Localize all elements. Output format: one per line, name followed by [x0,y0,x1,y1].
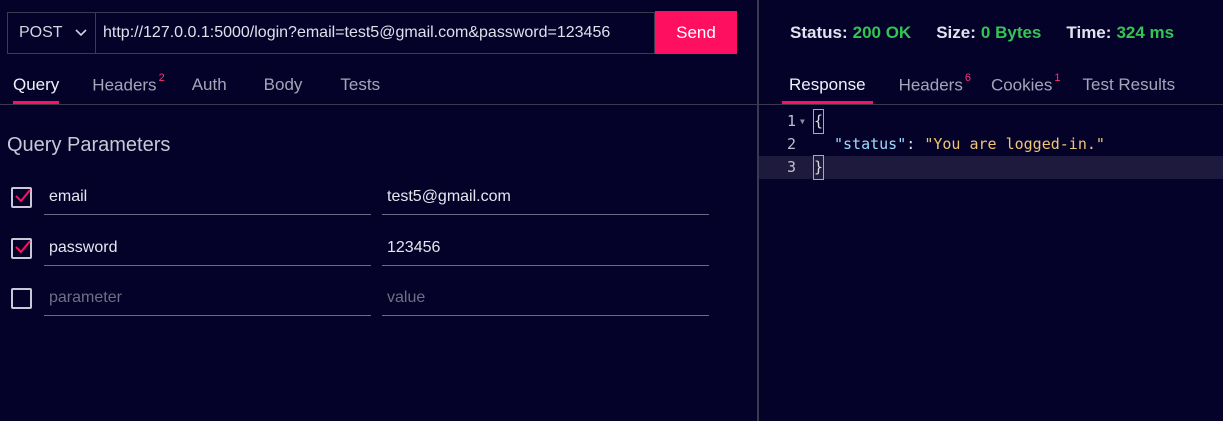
tab-label: Body [263,75,303,94]
tab-label: Test Results [1082,75,1176,94]
param-value-field[interactable]: test5@gmail.com [382,178,709,215]
url-value: http://127.0.0.1:5000/login?email=test5@… [103,24,611,41]
status-stat: Status: 200 OK [790,23,911,43]
code-line-active: 3 } [759,155,1223,180]
size-stat: Size: 0 Bytes [936,23,1041,43]
time-value: 324 ms [1116,23,1175,42]
param-value-field[interactable]: 123456 [382,229,709,266]
url-input[interactable]: http://127.0.0.1:5000/login?email=test5@… [95,12,655,54]
response-pane: Status: 200 OK Size: 0 Bytes Time: 324 ms R… [759,0,1223,421]
cookies-count-badge: 1 [1054,72,1061,84]
headers-count-badge: 2 [158,72,165,84]
method-value: POST [19,24,63,41]
fold-arrow-icon[interactable]: ▼ [800,110,805,133]
tab-auth[interactable]: Auth [192,66,227,104]
response-tabs: Response Headers 6 Cookies 1 Test Results [759,66,1175,104]
request-pane: POST http://127.0.0.1:5000/login?email=t… [0,0,757,421]
tab-headers[interactable]: Headers 2 [92,66,164,104]
response-body-editor[interactable]: 1 ▼ { 2 "status": "You are logged-in." 3… [759,109,1223,180]
check-icon [15,240,31,254]
param-checkbox[interactable] [11,238,32,259]
status-label: Status: [790,23,848,42]
tabs-divider [759,104,1223,105]
param-checkbox[interactable] [11,288,32,309]
headers-count-badge: 6 [964,72,971,84]
param-name-field[interactable]: password [44,229,371,266]
time-stat: Time: 324 ms [1066,23,1174,43]
json-separator: : [906,135,925,153]
tab-label: Headers [898,75,963,95]
tab-cookies[interactable]: Cookies 1 [991,66,1061,104]
tab-response[interactable]: Response [782,66,873,104]
line-number: 3 [786,158,796,176]
code-line: 2 "status": "You are logged-in." [759,133,1223,156]
request-tabs: Query Headers 2 Auth Body Tests [0,66,380,104]
tab-test-results[interactable]: Test Results [1083,66,1176,104]
tab-label: Query [13,75,60,94]
size-label: Size: [936,23,976,42]
method-select[interactable]: POST [7,12,95,54]
send-button[interactable]: Send [655,11,737,54]
json-entry: "status": "You are logged-in." [834,133,1105,156]
size-value: 0 Bytes [980,23,1042,42]
param-row: email test5@gmail.com [0,178,757,218]
json-key: "status" [834,135,907,153]
check-icon [15,189,31,203]
tab-label: Auth [191,75,227,94]
chevron-down-icon [75,29,87,37]
tabs-divider [0,104,757,105]
tab-label: Headers [92,75,157,95]
tab-query[interactable]: Query [13,66,60,104]
tab-response-headers[interactable]: Headers 6 [899,66,971,104]
tab-body[interactable]: Body [264,66,303,104]
tab-label: Response [789,75,866,94]
response-stats: Status: 200 OK Size: 0 Bytes Time: 324 ms [790,23,1199,43]
section-title: Query Parameters [7,134,171,156]
tab-label: Cookies [990,75,1053,95]
param-name-input[interactable]: parameter [44,279,371,316]
param-row-new: parameter value [0,279,757,319]
json-value: "You are logged-in." [924,135,1105,153]
time-label: Time: [1066,23,1112,42]
line-number: 1 [786,112,796,130]
tab-tests[interactable]: Tests [340,66,380,104]
param-row: password 123456 [0,229,757,269]
param-checkbox[interactable] [11,187,32,208]
tab-label: Tests [340,75,381,94]
line-number: 2 [786,135,796,153]
code-line: 1 ▼ { [759,109,1223,134]
json-open-brace: { [812,109,825,134]
status-value: 200 OK [852,23,912,42]
param-name-field[interactable]: email [44,178,371,215]
json-close-brace: } [812,155,825,180]
param-value-input[interactable]: value [382,279,709,316]
